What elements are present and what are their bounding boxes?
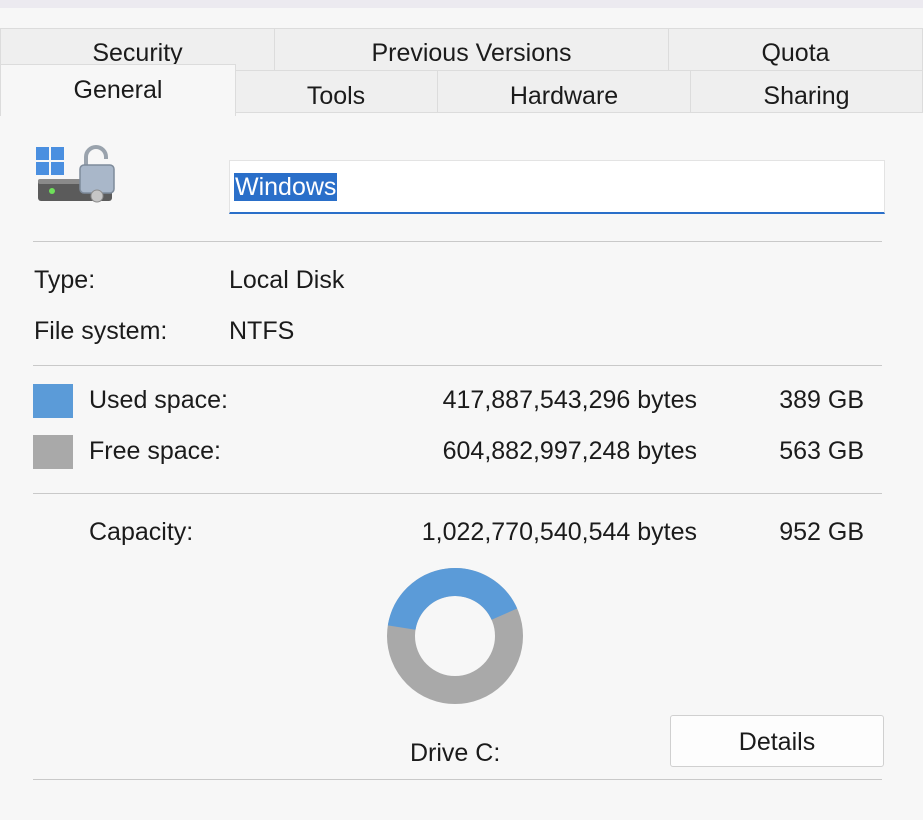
capacity-bytes: 1,022,770,540,544 bytes	[421, 518, 697, 546]
disk-usage-donut	[387, 568, 523, 704]
used-space-gb: 389 GB	[779, 386, 864, 414]
drive-letter-label: Drive C:	[410, 739, 501, 767]
drive-icon	[32, 143, 122, 213]
divider	[33, 493, 882, 494]
capacity-label: Capacity:	[89, 518, 194, 546]
file-system-value: NTFS	[229, 317, 295, 345]
free-space-swatch	[33, 435, 73, 469]
capacity-gb: 952 GB	[779, 518, 864, 546]
free-space-gb: 563 GB	[779, 437, 864, 465]
drive-name-selected-text: Windows	[234, 173, 338, 201]
free-space-label: Free space:	[89, 437, 222, 465]
details-button[interactable]: Details	[670, 715, 884, 767]
drive-name-input[interactable]: Windows	[229, 160, 885, 214]
type-label: Type:	[34, 266, 96, 294]
divider	[33, 779, 882, 780]
divider	[33, 365, 882, 366]
used-space-swatch	[33, 384, 73, 418]
donut-used-segment	[387, 568, 518, 631]
used-space-label: Used space:	[89, 386, 228, 414]
divider	[33, 241, 882, 242]
file-system-label: File system:	[34, 317, 168, 345]
used-space-bytes: 417,887,543,296 bytes	[442, 386, 697, 414]
type-value: Local Disk	[229, 266, 345, 294]
free-space-bytes: 604,882,997,248 bytes	[442, 437, 697, 465]
